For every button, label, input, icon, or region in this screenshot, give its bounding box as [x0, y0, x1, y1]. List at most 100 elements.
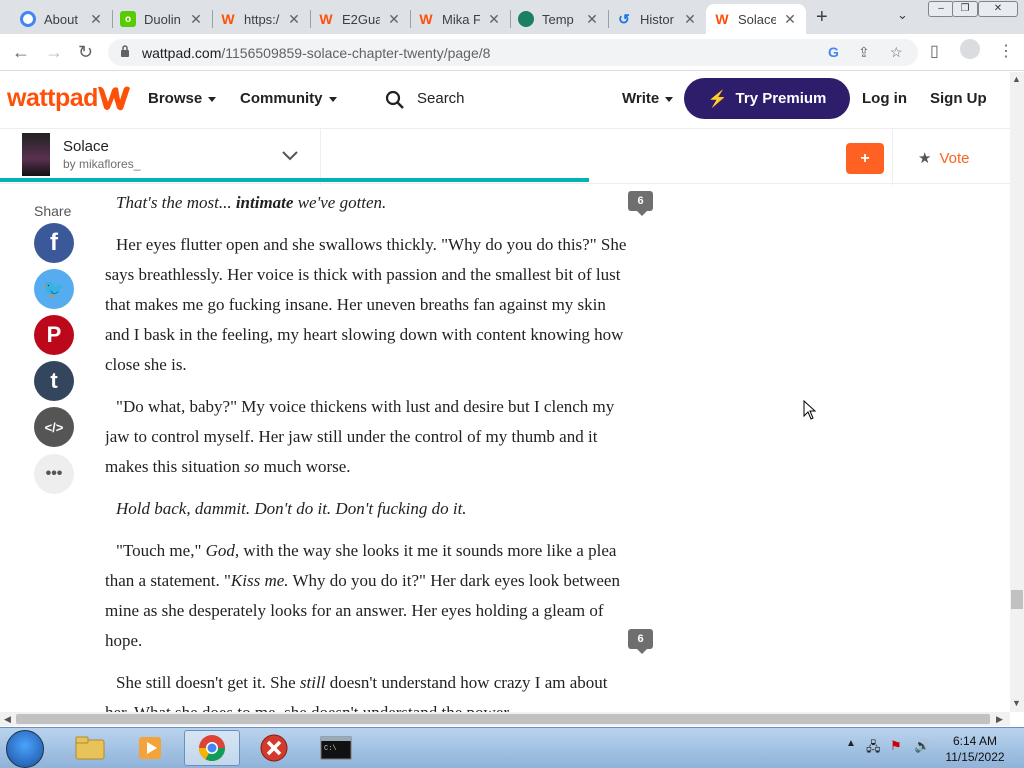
chevron-down-icon[interactable]: [280, 145, 300, 165]
action-center-icon[interactable]: ⚑: [890, 738, 902, 754]
tab-duolingo[interactable]: o Duolin ✕: [112, 4, 212, 34]
temp-icon: [518, 11, 534, 27]
media-player-taskbar-button[interactable]: [122, 730, 178, 766]
tab-title: Duolin: [144, 11, 181, 27]
add-to-library-button[interactable]: +: [846, 143, 884, 174]
close-icon[interactable]: ✕: [584, 11, 600, 28]
share-icon[interactable]: ⇪: [858, 44, 870, 61]
tab-title: Solace: [738, 11, 776, 27]
file-explorer-taskbar-button[interactable]: [62, 730, 118, 766]
system-clock[interactable]: 6:14 AM 11/15/2022: [940, 733, 1010, 765]
site-header: wattpad Browse Community Search Write ⚡ …: [0, 72, 1010, 128]
login-link[interactable]: Log in: [862, 90, 907, 107]
close-icon[interactable]: ✕: [486, 11, 502, 28]
menu-dots-icon[interactable]: ⋮: [998, 41, 1014, 61]
chrome-taskbar-button[interactable]: [184, 730, 240, 766]
tumblr-share-button[interactable]: t: [34, 361, 74, 401]
profile-avatar-icon[interactable]: [960, 39, 980, 59]
story-author[interactable]: by mikaflores_: [63, 157, 140, 171]
search-input[interactable]: Search: [417, 90, 465, 107]
vote-button[interactable]: ★ Vote: [918, 149, 969, 167]
community-menu[interactable]: Community: [240, 90, 337, 107]
tab-mika[interactable]: W Mika F ✕: [410, 4, 510, 34]
premium-label: Try Premium: [735, 90, 827, 107]
vertical-scrollbar[interactable]: [1010, 72, 1024, 712]
tab-title: Histor: [640, 11, 674, 27]
share-label: Share: [34, 203, 72, 219]
close-icon[interactable]: ✕: [286, 11, 302, 28]
write-menu[interactable]: Write: [622, 90, 674, 107]
signup-link[interactable]: Sign Up: [930, 90, 987, 107]
lightning-icon: ⚡: [707, 90, 728, 108]
embed-code-icon: </>: [44, 419, 64, 435]
volume-icon[interactable]: 🔊: [914, 738, 930, 754]
twitter-share-button[interactable]: 🐦: [34, 269, 74, 309]
url-text: wattpad.com/1156509859-solace-chapter-tw…: [142, 45, 491, 61]
reading-progress-bar: [0, 178, 589, 182]
minimize-button[interactable]: –: [928, 1, 954, 17]
url-input[interactable]: wattpad.com/1156509859-solace-chapter-tw…: [108, 39, 918, 66]
tab-temp[interactable]: Temp ✕: [510, 4, 608, 34]
paragraph: Hold back, dammit. Don't do it. Don't fu…: [116, 499, 467, 518]
browse-menu[interactable]: Browse: [148, 90, 217, 107]
google-translate-icon[interactable]: G: [828, 44, 839, 60]
vertical-scrollbar-thumb[interactable]: [1011, 590, 1023, 609]
forward-arrow-icon[interactable]: →: [45, 42, 63, 63]
more-share-button[interactable]: •••: [34, 454, 74, 494]
tray-expand-icon[interactable]: ▲: [846, 738, 856, 749]
wattpad-w-icon[interactable]: [96, 84, 132, 112]
tab-strip: About ✕ o Duolin ✕ W https:/ ✕ W E2Guar …: [0, 0, 1024, 34]
command-prompt-taskbar-button[interactable]: C:\: [308, 730, 364, 766]
tab-https[interactable]: W https:/ ✕: [212, 4, 310, 34]
close-icon[interactable]: ✕: [88, 11, 104, 28]
wattpad-icon: W: [419, 11, 433, 27]
folder-icon: [75, 736, 105, 760]
inline-comment-button[interactable]: 6: [628, 629, 653, 654]
facebook-icon: f: [50, 229, 58, 256]
tab-history[interactable]: ↺ Histor ✕: [608, 4, 706, 34]
reload-icon[interactable]: ↻: [78, 42, 93, 63]
scroll-up-arrow-icon[interactable]: ▲: [1012, 74, 1021, 84]
story-title[interactable]: Solace: [63, 138, 109, 155]
try-premium-button[interactable]: ⚡ Try Premium: [684, 78, 850, 119]
restore-button[interactable]: ❐: [952, 1, 978, 17]
back-arrow-icon[interactable]: ←: [12, 42, 30, 63]
scroll-right-arrow-icon[interactable]: ▶: [996, 714, 1003, 725]
paragraph: She still doesn't get it. She still does…: [105, 673, 608, 712]
wattpad-logo[interactable]: wattpad: [7, 84, 98, 113]
tab-e2guar[interactable]: W E2Guar ✕: [310, 4, 410, 34]
bookmark-star-icon[interactable]: ☆: [890, 44, 903, 61]
story-cover-image[interactable]: [22, 133, 50, 176]
close-icon[interactable]: ✕: [188, 11, 204, 28]
caret-down-icon: [328, 96, 337, 102]
error-app-taskbar-button[interactable]: [246, 730, 302, 766]
close-icon[interactable]: ✕: [386, 11, 402, 28]
new-tab-button[interactable]: +: [816, 6, 828, 29]
media-player-icon: [139, 737, 161, 759]
star-icon: ★: [918, 150, 932, 167]
close-window-button[interactable]: ✕: [978, 1, 1018, 17]
inline-comment-button[interactable]: 6: [628, 191, 653, 216]
scroll-down-arrow-icon[interactable]: ▼: [1012, 698, 1021, 708]
caret-down-icon: [208, 96, 217, 102]
side-panel-icon[interactable]: ▯: [930, 41, 939, 61]
scroll-left-arrow-icon[interactable]: ◀: [4, 714, 11, 725]
facebook-share-button[interactable]: f: [34, 223, 74, 263]
close-icon[interactable]: ✕: [782, 11, 798, 28]
error-x-icon: [260, 734, 288, 762]
tab-about[interactable]: About ✕: [12, 4, 112, 34]
horizontal-scrollbar-thumb[interactable]: [16, 714, 990, 724]
tab-solace[interactable]: W Solace ✕: [706, 4, 806, 34]
start-button[interactable]: [6, 730, 44, 768]
search-icon[interactable]: [385, 90, 405, 110]
clock-date: 11/15/2022: [945, 750, 1005, 764]
lock-icon: [121, 45, 129, 57]
embed-share-button[interactable]: </>: [34, 407, 74, 447]
wattpad-icon: W: [319, 11, 333, 27]
address-bar-row: ← → ↻ wattpad.com/1156509859-solace-chap…: [0, 34, 1024, 71]
tab-search-chevron-icon[interactable]: ⌄: [897, 7, 908, 23]
network-icon[interactable]: 🖧: [866, 738, 881, 760]
pinterest-share-button[interactable]: P: [34, 315, 74, 355]
close-icon[interactable]: ✕: [682, 11, 698, 28]
pinterest-icon: P: [46, 322, 62, 347]
